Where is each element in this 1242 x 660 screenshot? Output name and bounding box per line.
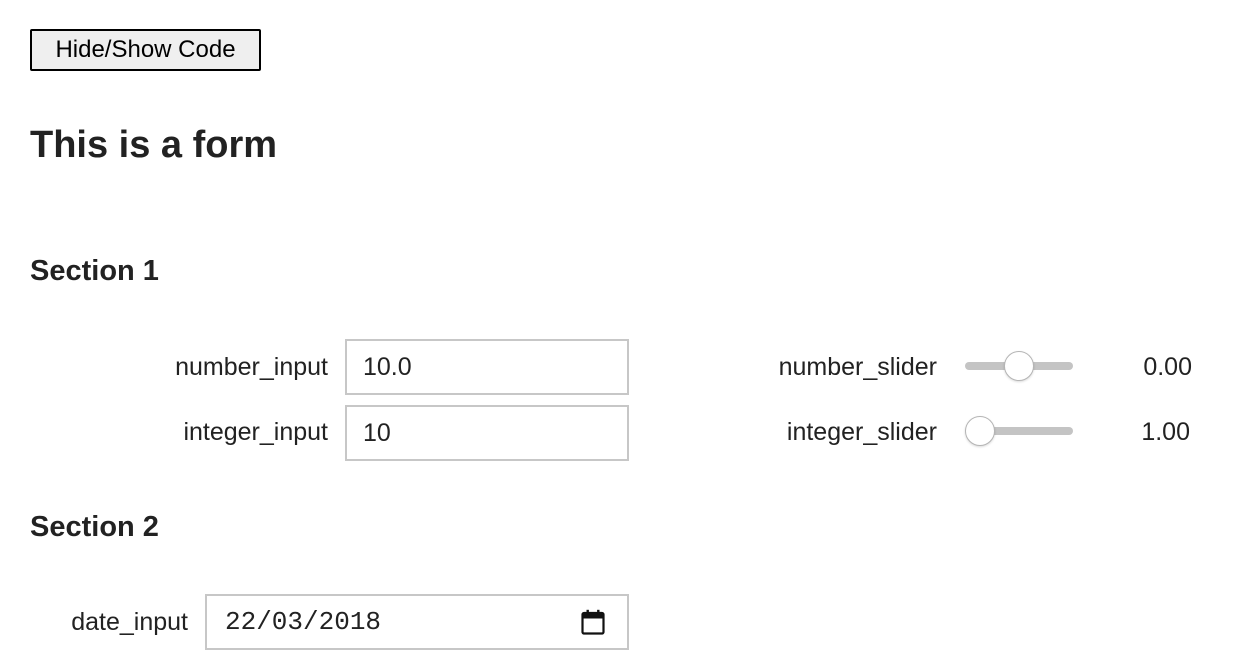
section-2-heading: Section 2 [30,511,159,543]
number-slider-value: 0.00 [1143,353,1192,381]
number-slider-label: number_slider [778,353,937,381]
number-input-field[interactable] [345,339,629,395]
date-input-value: 22/03/2018 [225,607,382,637]
integer-input-label: integer_input [183,418,328,446]
form-page: Hide/Show Code This is a form Section 1 … [0,0,1242,660]
number-slider[interactable] [965,351,1073,381]
calendar-icon[interactable] [581,609,605,635]
integer-input-field[interactable] [345,405,629,461]
date-input-field[interactable]: 22/03/2018 [205,594,629,650]
number-input-label: number_input [175,353,328,381]
date-input-label: date_input [71,608,188,636]
hide-show-code-button[interactable]: Hide/Show Code [30,29,261,71]
integer-slider-label: integer_slider [786,418,937,446]
integer-slider-value: 1.00 [1141,418,1190,446]
section-1-heading: Section 1 [30,255,159,287]
page-title: This is a form [30,124,278,166]
number-slider-thumb[interactable] [1004,351,1034,381]
integer-slider[interactable] [965,416,1073,446]
integer-slider-thumb[interactable] [965,416,995,446]
